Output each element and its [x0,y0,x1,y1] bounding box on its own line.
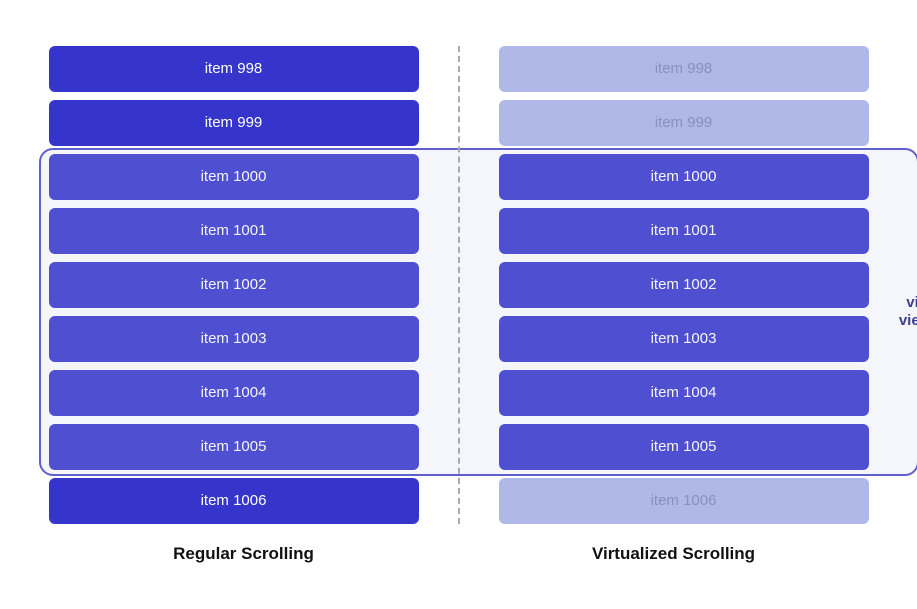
list-item: item 1004 [49,370,419,416]
list-item: item 1004 [499,370,869,416]
list-item: item 1002 [499,262,869,308]
list-item: item 1003 [49,316,419,362]
arrow-label: visible viewport [899,294,917,330]
right-column-label: Virtualized Scrolling [459,544,889,564]
list-item: item 1005 [49,424,419,470]
left-column-label: Regular Scrolling [29,544,459,564]
list-item: item 1001 [499,208,869,254]
left-column: item 998 item 999 item 1000 item 1001 item 1… [29,46,459,524]
list-item: item 1000 [49,154,419,200]
list-item: item 1005 [499,424,869,470]
list-item: item 1001 [49,208,419,254]
columns-wrapper: item 998 item 999 item 1000 item 1001 item 1… [29,46,889,524]
list-item: item 1003 [499,316,869,362]
list-item: item 1002 [49,262,419,308]
list-item: item 999 [499,100,869,146]
list-item: item 1006 [499,478,869,524]
list-item: item 998 [49,46,419,92]
list-item: item 1006 [49,478,419,524]
viewport-arrow: visible viewport [899,148,917,476]
list-item: item 1000 [499,154,869,200]
column-divider [458,46,460,524]
right-column: item 998 item 999 item 1000 item 1001 item 1… [459,46,889,524]
diagram-container: item 998 item 999 item 1000 item 1001 item 1… [29,26,889,584]
list-item: item 998 [499,46,869,92]
list-item: item 999 [49,100,419,146]
labels-row: Regular Scrolling Virtualized Scrolling [29,544,889,564]
